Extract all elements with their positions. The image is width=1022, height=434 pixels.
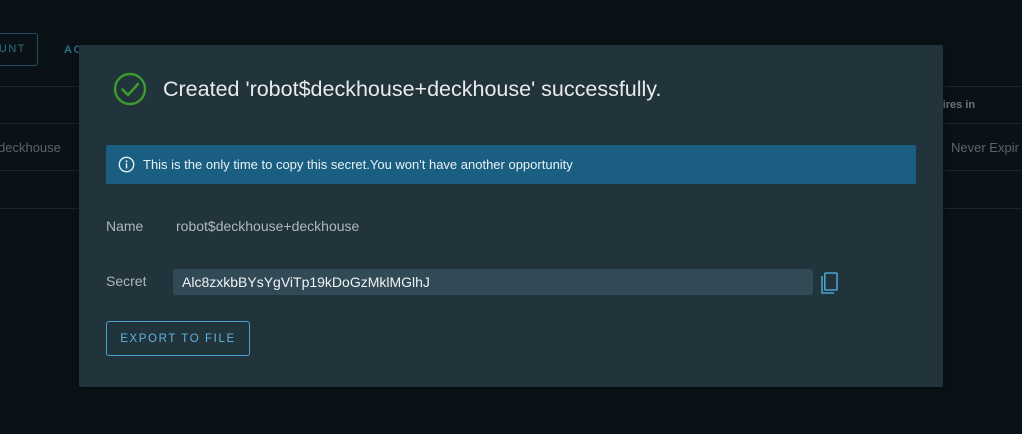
name-value: robot$deckhouse+deckhouse xyxy=(176,218,360,234)
modal-header: Created 'robot$deckhouse+deckhouse' succ… xyxy=(113,72,661,106)
check-circle-icon xyxy=(113,72,147,106)
export-to-file-button[interactable]: EXPORT TO FILE xyxy=(106,321,250,356)
background-row-expires: Never Expir xyxy=(951,140,1019,155)
background-new-account-button: UNT xyxy=(0,33,38,66)
success-modal: Created 'robot$deckhouse+deckhouse' succ… xyxy=(79,45,943,387)
secret-input[interactable] xyxy=(173,269,813,295)
modal-title: Created 'robot$deckhouse+deckhouse' succ… xyxy=(163,76,662,101)
screen: UNT AC pires in deckhouse Never Expir Cr… xyxy=(0,0,1022,434)
copy-icon[interactable] xyxy=(819,271,839,295)
secret-label: Secret xyxy=(106,273,147,289)
alert-message: This is the only time to copy this secre… xyxy=(143,157,573,172)
info-alert: This is the only time to copy this secre… xyxy=(106,145,916,184)
info-circle-icon xyxy=(118,156,135,173)
background-row-name: deckhouse xyxy=(0,140,61,155)
name-label: Name xyxy=(106,218,144,234)
